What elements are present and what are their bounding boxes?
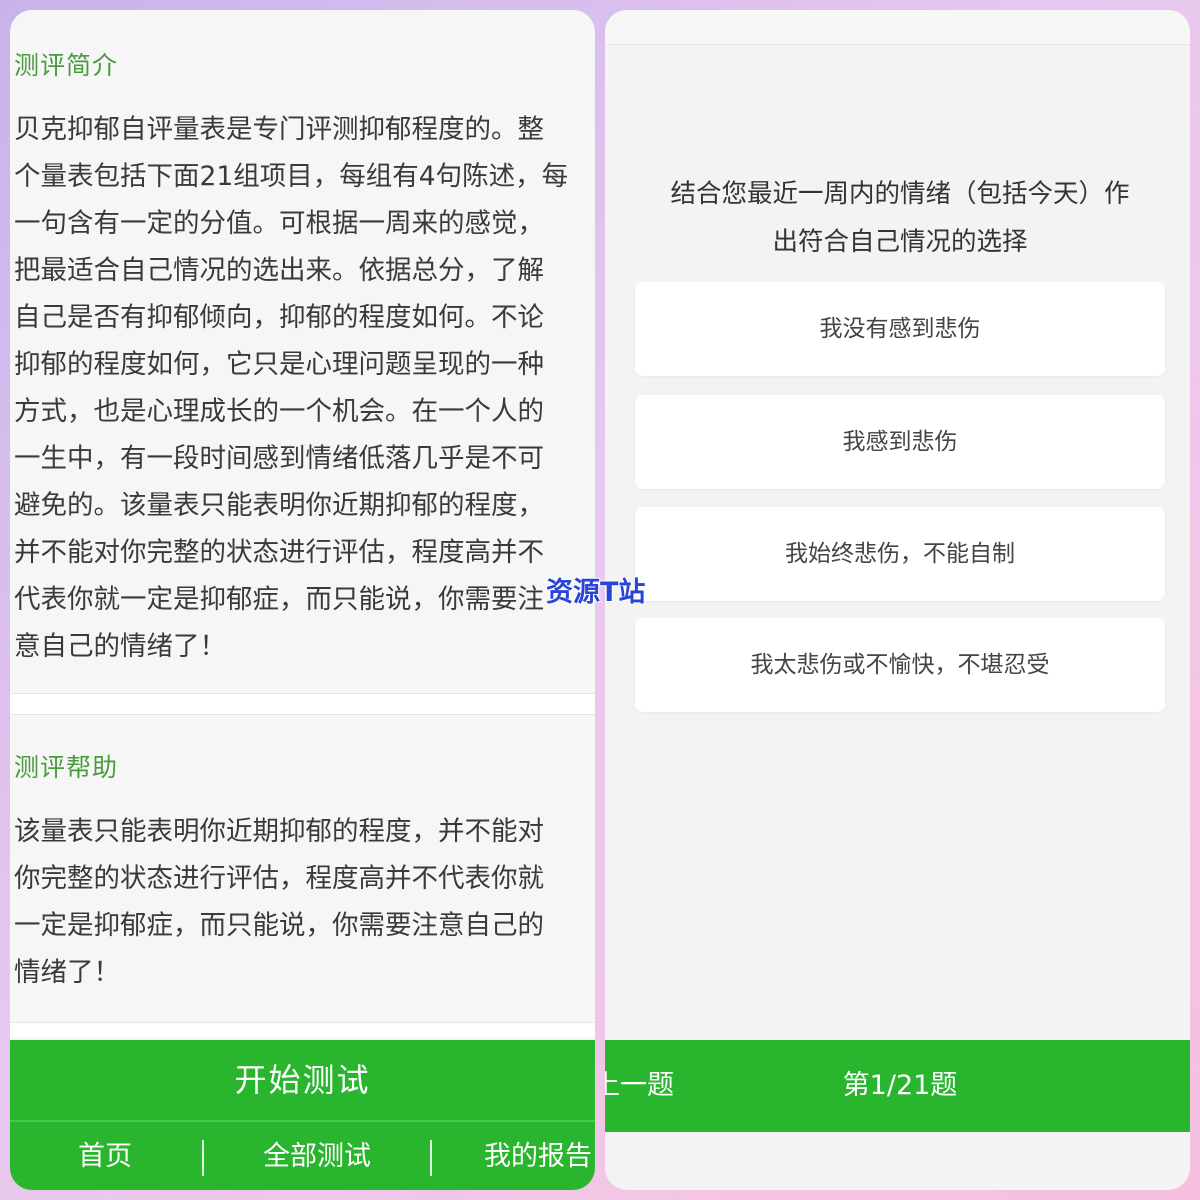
- nav-item-my-reports[interactable]: 我的报告: [432, 1122, 595, 1190]
- start-test-button[interactable]: 开始测试: [10, 1040, 595, 1120]
- question-text: 结合您最近一周内的情绪（包括今天）作 出符合自己情况的选择: [670, 179, 1130, 257]
- help-description: 该量表只能表明你近期抑郁的程度，并不能对 你完整的状态进行评估，程度高并不代表你…: [14, 816, 544, 988]
- help-section-title: 测评帮助: [14, 753, 119, 782]
- section-divider: [10, 693, 595, 715]
- top-bar: [605, 10, 1190, 45]
- prev-question-button[interactable]: 上一题: [605, 1040, 674, 1132]
- answer-option-3[interactable]: 我始终悲伤，不能自制: [635, 507, 1165, 601]
- answer-option-1[interactable]: 我没有感到悲伤: [635, 282, 1165, 376]
- intro-description: 贝克抑郁自评量表是专门评测抑郁程度的。整 个量表包括下面21组项目，每组有4句陈…: [14, 114, 569, 662]
- nav-item-home[interactable]: 首页: [10, 1122, 200, 1190]
- section-divider-bottom: [10, 1022, 595, 1037]
- quiz-panel: 结合您最近一周内的情绪（包括今天）作 出符合自己情况的选择 我没有感到悲伤 我感…: [605, 10, 1190, 1190]
- nav-item-all-tests[interactable]: 全部测试: [204, 1122, 430, 1190]
- intro-panel: 测评简介 贝克抑郁自评量表是专门评测抑郁程度的。整 个量表包括下面21组项目，每…: [10, 10, 595, 1190]
- answer-option-2[interactable]: 我感到悲伤: [635, 395, 1165, 489]
- bottom-nav: 首页 全部测试 我的报告: [10, 1120, 595, 1190]
- question-footer: 上一题 第1/21题: [605, 1040, 1190, 1132]
- answer-option-4[interactable]: 我太悲伤或不愉快，不堪忍受: [635, 618, 1165, 712]
- question-progress: 第1/21题: [842, 1070, 958, 1101]
- watermark-text: 资源T站: [546, 577, 646, 608]
- intro-section-title: 测评简介: [14, 51, 119, 80]
